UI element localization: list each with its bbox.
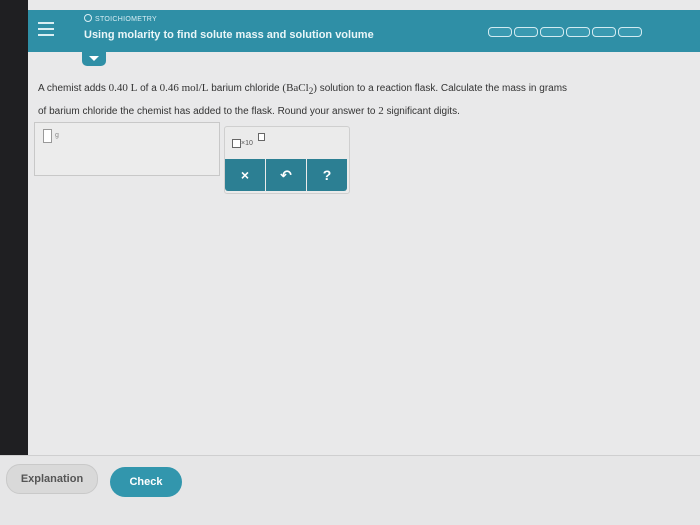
sig-figs-value: 2 (378, 105, 384, 118)
check-button[interactable]: Check (110, 467, 182, 497)
progress-segment (488, 27, 512, 37)
question-line-1: A chemist adds 0.40 L of a 0.46 mol/L ba… (38, 78, 700, 101)
clear-button[interactable]: × (225, 159, 265, 191)
page-title: Using molarity to find solute mass and s… (84, 29, 374, 41)
question-text-part: of a (140, 83, 157, 94)
question-text-part: barium chloride (211, 83, 280, 94)
chevron-down-icon (89, 56, 99, 61)
progress-segment (592, 27, 616, 37)
answer-unit: g (55, 132, 59, 139)
question-line-2: of barium chloride the chemist has added… (38, 101, 700, 122)
help-button[interactable]: ? (307, 159, 347, 191)
scientific-notation-button[interactable]: ×10 (230, 133, 265, 151)
footer-bar: Explanation Check (0, 456, 700, 525)
question-text: A chemist adds 0.40 L of a 0.46 mol/L ba… (38, 78, 700, 122)
answer-input[interactable]: g (34, 122, 220, 176)
breadcrumb-label: STOICHIOMETRY (95, 16, 157, 23)
volume-value: 0.40 L (108, 82, 138, 94)
explanation-button[interactable]: Explanation (6, 464, 98, 494)
undo-button[interactable]: ↶ (266, 159, 306, 191)
question-text-part: significant digits. (386, 106, 460, 118)
topic-header: STOICHIOMETRY Using molarity to find sol… (28, 10, 700, 52)
question-text-part: of barium chloride the chemist has added… (38, 106, 376, 118)
collapse-header-button[interactable] (82, 52, 106, 66)
concentration-value: 0.46 mol/L (159, 82, 209, 94)
hamburger-menu-icon[interactable] (38, 22, 54, 36)
mantissa-box-icon (232, 139, 241, 148)
question-text-part: solution to a reaction flask. Calculate … (319, 83, 568, 94)
answer-placeholder-box[interactable] (43, 129, 52, 143)
topic-status-icon (84, 14, 92, 22)
progress-segment (514, 27, 538, 37)
progress-indicator (488, 27, 642, 37)
breadcrumb: STOICHIOMETRY (84, 14, 157, 23)
times-ten-label: ×10 (241, 140, 253, 147)
help-icon: ? (322, 167, 332, 183)
formula-main: (BaCl (282, 82, 309, 94)
formula-close: ) (313, 82, 317, 94)
question-text-part: A chemist adds (38, 83, 106, 94)
exponent-box-icon (258, 133, 265, 141)
progress-segment (618, 27, 642, 37)
undo-icon: ↶ (280, 166, 292, 183)
formula: (BaCl2) (282, 82, 317, 96)
screen-bezel (0, 0, 28, 525)
close-icon: × (240, 167, 250, 183)
progress-segment (566, 27, 590, 37)
tool-button-row: × ↶ ? (225, 159, 347, 191)
math-tool-panel: ×10 × ↶ ? (224, 126, 350, 194)
progress-segment (540, 27, 564, 37)
